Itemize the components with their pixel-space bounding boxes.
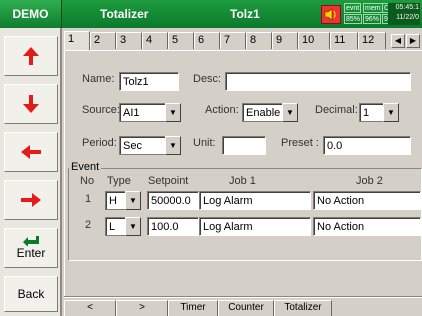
- row-2-type-value: L: [105, 217, 125, 236]
- config-panel: Name: Tolz1 Desc: Source: AI1 ▼ Action: …: [64, 50, 422, 296]
- source-value: AI1: [119, 103, 165, 122]
- tab-7[interactable]: 7: [220, 32, 246, 49]
- desc-field[interactable]: [225, 72, 411, 91]
- decimal-value: 1: [359, 103, 383, 122]
- event-group: Event No Type Setpoint Job 1 Job 2 1 H ▼…: [68, 161, 422, 261]
- row-1-no: 1: [85, 193, 92, 205]
- demo-badge: DEMO: [0, 0, 62, 28]
- tab-9[interactable]: 9: [272, 32, 298, 49]
- mem-value: 96%: [363, 14, 382, 24]
- preset-label: Preset :: [281, 137, 319, 149]
- row-1-setpoint-field[interactable]: 50000.0: [147, 191, 199, 210]
- chevron-down-icon[interactable]: ▼: [383, 103, 399, 122]
- tab-prev-button[interactable]: ◀: [391, 34, 405, 48]
- desc-label: Desc:: [193, 73, 222, 85]
- left-button[interactable]: [4, 132, 58, 172]
- tab-5[interactable]: 5: [168, 32, 194, 49]
- sidebar: Enter Back: [0, 28, 62, 316]
- name-label: Name:: [82, 73, 115, 85]
- tab-4[interactable]: 4: [142, 32, 168, 49]
- name-field[interactable]: Tolz1: [119, 72, 179, 91]
- source-label: Source:: [82, 104, 120, 116]
- source-select[interactable]: AI1 ▼: [119, 103, 181, 122]
- row-2-job1-field[interactable]: Log Alarm: [199, 217, 311, 236]
- tab-3[interactable]: 3: [116, 32, 142, 49]
- chevron-down-icon[interactable]: ▼: [165, 136, 181, 155]
- screen-title: Totalizer: [100, 7, 149, 21]
- right-arrow-icon: [21, 193, 41, 207]
- action-value: Enable: [242, 103, 282, 122]
- chevron-down-icon[interactable]: ▼: [125, 191, 141, 210]
- up-button[interactable]: [4, 36, 58, 76]
- col-type-header: Type: [107, 175, 131, 187]
- enter-icon: [23, 236, 39, 246]
- tab-10[interactable]: 10: [298, 32, 330, 49]
- decimal-select[interactable]: 1 ▼: [359, 103, 399, 122]
- col-job1-header: Job 1: [229, 175, 256, 187]
- period-label: Period:: [82, 137, 117, 149]
- tab-strip: 1 2 3 4 5 6 7 8 9 10 11 12 ◀ ▶: [64, 31, 422, 50]
- up-arrow-icon: [23, 47, 39, 65]
- period-select[interactable]: Sec ▼: [119, 136, 181, 155]
- event-group-title: Event: [69, 161, 102, 173]
- mem-label: mem: [363, 3, 383, 13]
- clock-date: 11/22/0: [396, 14, 419, 21]
- down-button[interactable]: [4, 84, 58, 124]
- enter-label: Enter: [16, 246, 46, 260]
- tag-title: Tolz1: [230, 7, 260, 21]
- bottom-tab-timer[interactable]: Timer: [168, 300, 218, 316]
- col-job2-header: Job 2: [356, 175, 383, 187]
- status-block: evnt 85% mem 96% CF 94% 05:45:1 11/22/0: [344, 3, 420, 25]
- action-select[interactable]: Enable ▼: [242, 103, 298, 122]
- clock-time: 05:45:1: [395, 4, 419, 11]
- bottom-tab-totalizer[interactable]: Totalizer: [274, 300, 332, 316]
- decimal-label: Decimal:: [315, 104, 358, 116]
- row-1-job1-field[interactable]: Log Alarm: [199, 191, 311, 210]
- title-bar: DEMO Totalizer Tolz1 evnt 85% mem 96% CF…: [0, 0, 422, 28]
- chevron-down-icon[interactable]: ▼: [165, 103, 181, 122]
- bottom-tab-next[interactable]: >: [116, 300, 168, 316]
- enter-button[interactable]: Enter: [4, 228, 58, 268]
- preset-field[interactable]: 0.0: [323, 136, 411, 155]
- row-1-job2-field[interactable]: No Action: [313, 191, 421, 210]
- tab-2[interactable]: 2: [90, 32, 116, 49]
- col-setpoint-header: Setpoint: [148, 175, 189, 187]
- tab-8[interactable]: 8: [246, 32, 272, 49]
- bottom-tab-counter[interactable]: Counter: [218, 300, 274, 316]
- unit-label: Unit:: [193, 137, 216, 149]
- row-1-type-select[interactable]: H ▼: [105, 191, 141, 210]
- row-2-setpoint-field[interactable]: 100.0: [147, 217, 199, 236]
- row-2-no: 2: [85, 219, 92, 231]
- row-2-job2-field[interactable]: No Action: [313, 217, 421, 236]
- clock: 05:45:1 11/22/0: [388, 3, 420, 25]
- unit-field[interactable]: [222, 136, 266, 155]
- period-value: Sec: [119, 136, 165, 155]
- col-no-header: No: [80, 175, 95, 187]
- row-1-type-value: H: [105, 191, 125, 210]
- back-button[interactable]: Back: [4, 276, 58, 312]
- speaker-icon[interactable]: [321, 5, 341, 24]
- tab-11[interactable]: 11: [330, 32, 358, 49]
- evnt-value: 85%: [344, 14, 363, 24]
- tab-next-button[interactable]: ▶: [406, 34, 420, 48]
- bottom-tab-prev[interactable]: <: [64, 300, 116, 316]
- down-arrow-icon: [23, 95, 39, 113]
- evnt-label: evnt: [344, 3, 362, 13]
- chevron-down-icon[interactable]: ▼: [125, 217, 141, 236]
- left-arrow-icon: [21, 145, 41, 159]
- bottom-separator: [64, 296, 422, 298]
- chevron-down-icon[interactable]: ▼: [282, 103, 298, 122]
- tab-6[interactable]: 6: [194, 32, 220, 49]
- right-button[interactable]: [4, 180, 58, 220]
- action-label: Action:: [205, 104, 239, 116]
- row-2-type-select[interactable]: L ▼: [105, 217, 141, 236]
- tab-12[interactable]: 12: [358, 32, 386, 49]
- back-label: Back: [17, 287, 45, 301]
- tab-1[interactable]: 1: [64, 31, 90, 50]
